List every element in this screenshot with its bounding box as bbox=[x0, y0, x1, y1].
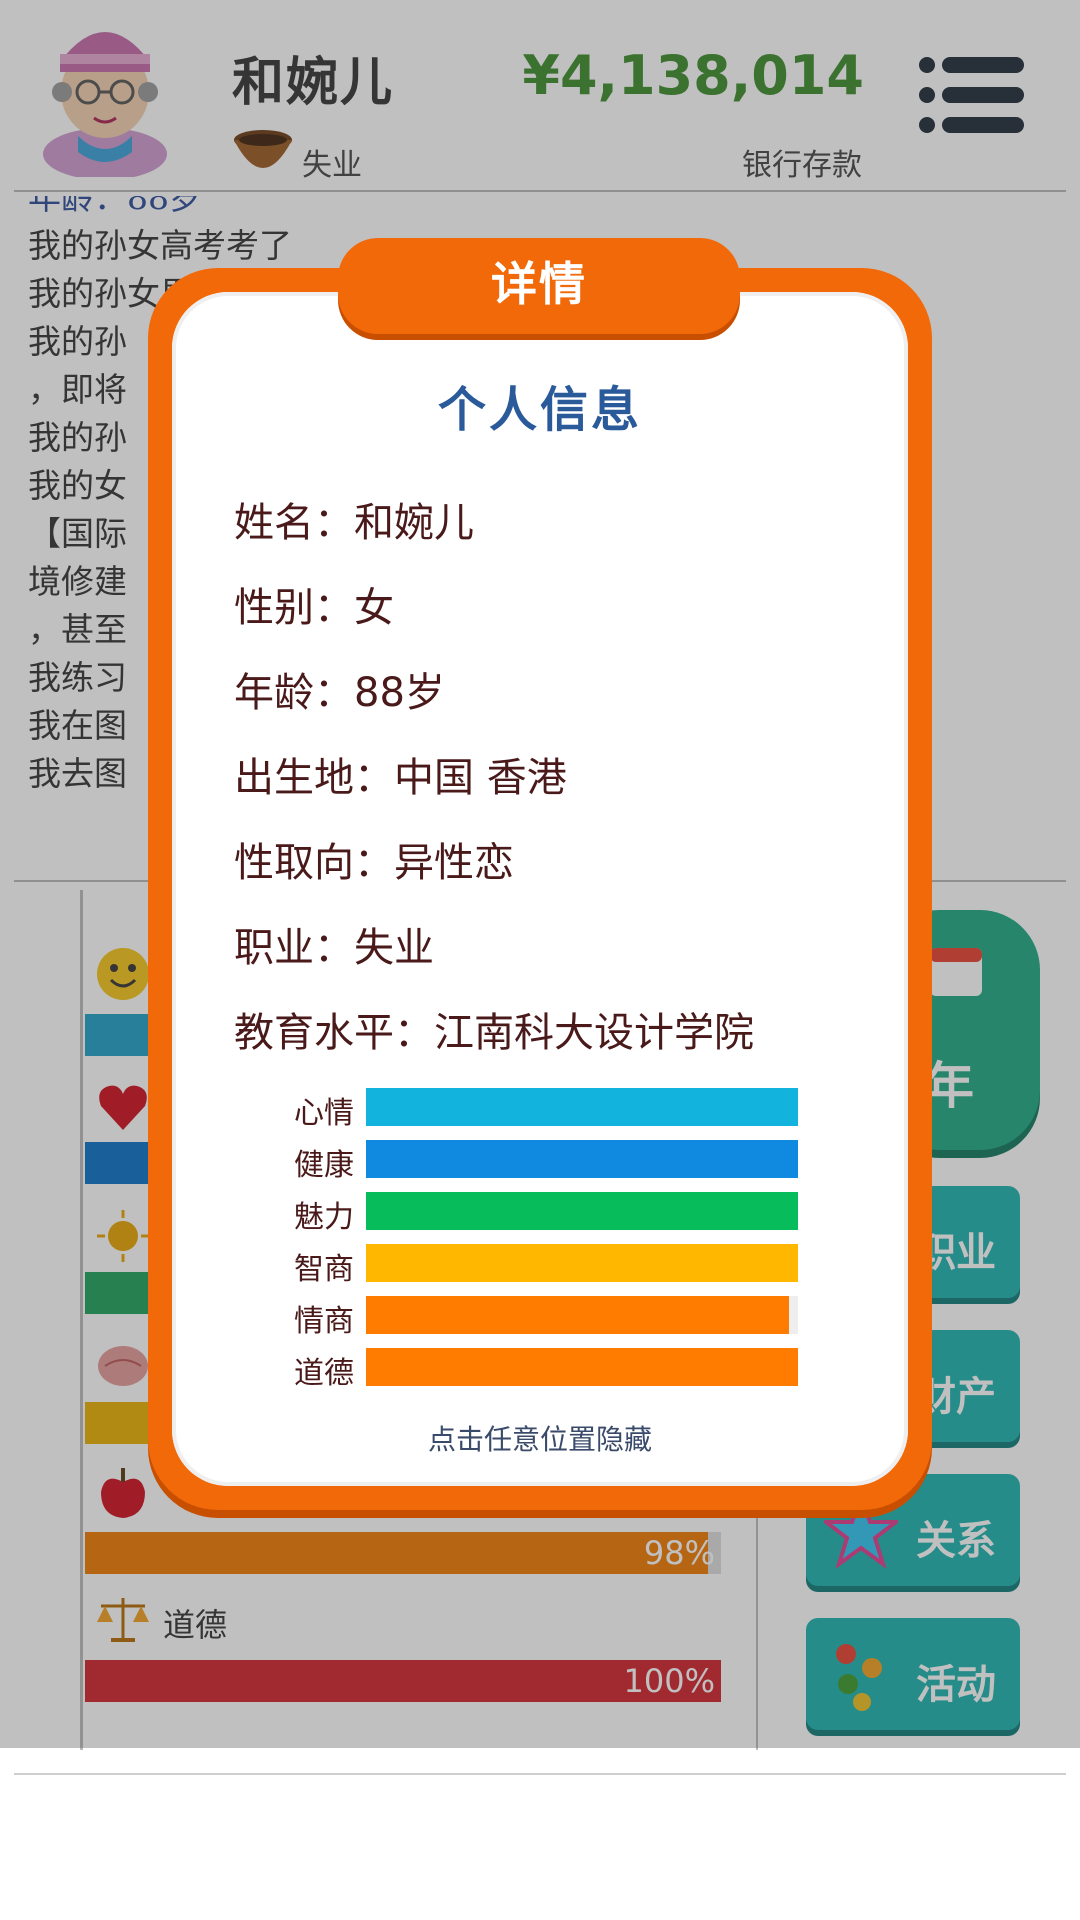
health-bar bbox=[366, 1140, 798, 1178]
health-label: 健康 bbox=[294, 1148, 354, 1183]
info-occupation: 职业：失业 bbox=[234, 925, 434, 971]
info-orientation: 性取向：异性恋 bbox=[234, 840, 514, 886]
info-age: 年龄：88岁 bbox=[234, 670, 445, 716]
info-education: 教育水平：江南科大设计学院 bbox=[234, 1010, 754, 1056]
bottom-divider bbox=[14, 1773, 1066, 1775]
bar-fill bbox=[366, 1088, 798, 1126]
charm-bar bbox=[366, 1192, 798, 1230]
bar-fill bbox=[366, 1296, 790, 1334]
morality-bar-label: 道德 bbox=[294, 1356, 354, 1391]
eq-label: 情商 bbox=[294, 1304, 354, 1339]
bar-fill bbox=[366, 1192, 798, 1230]
personal-info-title: 个人信息 bbox=[437, 382, 642, 438]
details-tab-title: 详情 bbox=[338, 238, 740, 334]
eq-bar bbox=[366, 1296, 798, 1334]
bar-fill bbox=[366, 1140, 798, 1178]
bar-fill bbox=[366, 1244, 798, 1282]
charm-label: 魅力 bbox=[294, 1200, 354, 1235]
tap-to-hide-hint: 点击任意位置隐藏 bbox=[427, 1423, 652, 1456]
mood-label: 心情 bbox=[294, 1096, 354, 1131]
morality-bar bbox=[366, 1348, 798, 1386]
info-gender: 性别：女 bbox=[234, 585, 394, 631]
iq-bar bbox=[366, 1244, 798, 1282]
mood-bar bbox=[366, 1088, 798, 1126]
iq-label: 智商 bbox=[294, 1252, 354, 1287]
info-birthplace: 出生地：中国 香港 bbox=[234, 755, 567, 801]
bar-fill bbox=[366, 1348, 798, 1386]
info-name: 姓名：和婉儿 bbox=[234, 500, 474, 546]
